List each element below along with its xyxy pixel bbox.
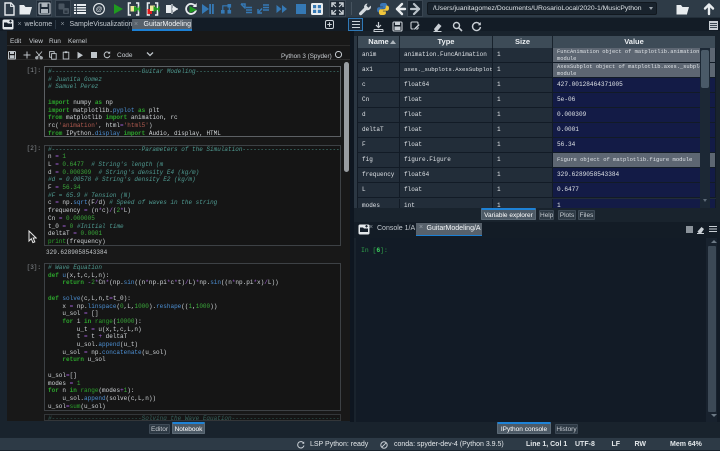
svg-text:@: @ [96, 6, 103, 13]
